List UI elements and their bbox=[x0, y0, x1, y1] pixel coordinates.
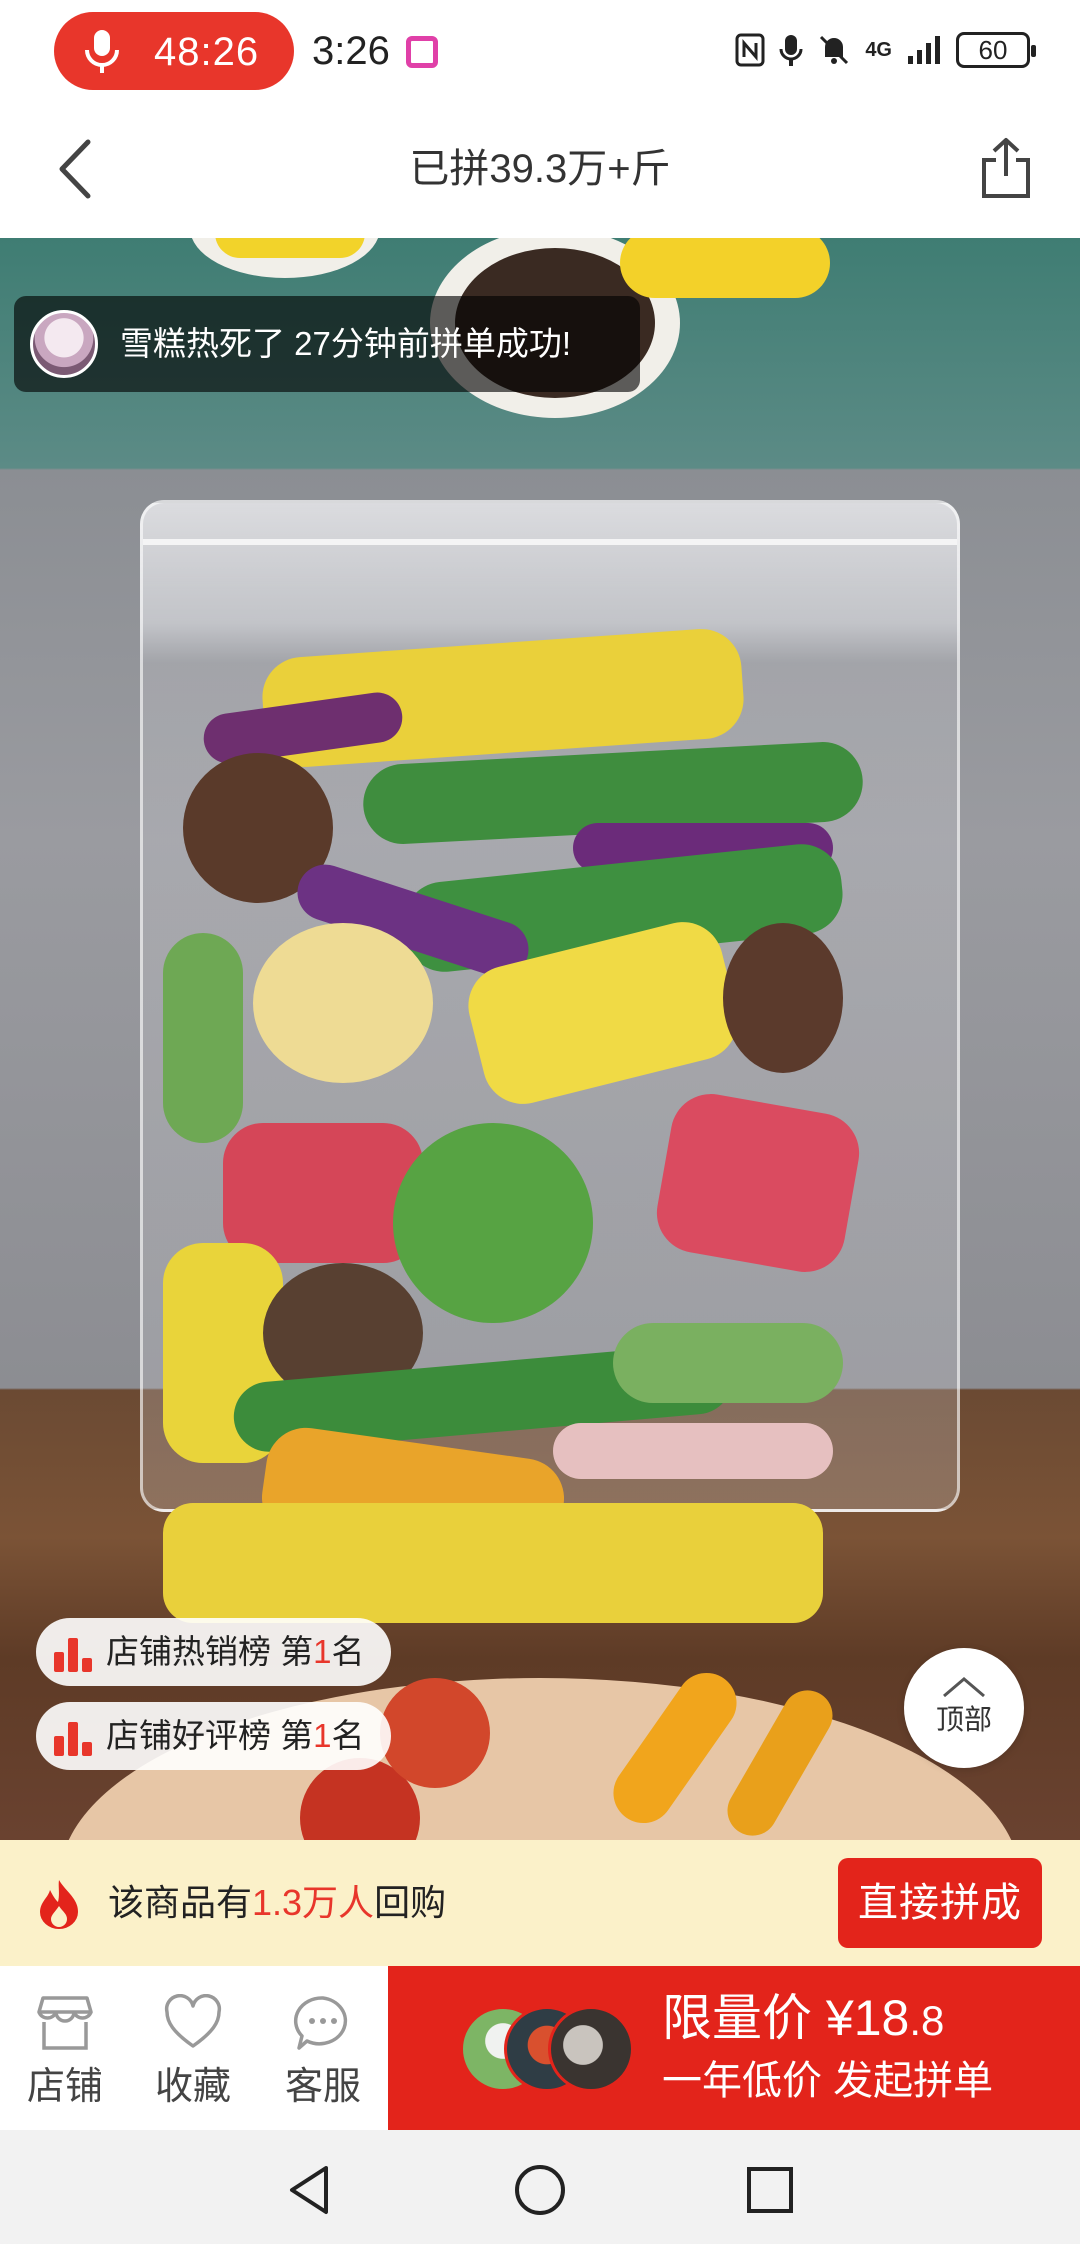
status-bar: 48:26 3:26 4G 60 bbox=[0, 0, 1080, 100]
rank-suffix: 名 bbox=[331, 1633, 365, 1670]
rank-number: 1 bbox=[313, 1633, 332, 1670]
group-buy-toast: 雪糕热死了 27分钟前拼单成功! bbox=[14, 296, 640, 392]
ranking-chart-icon bbox=[52, 1716, 96, 1756]
recording-indicator[interactable]: 48:26 bbox=[54, 12, 294, 90]
repurchase-banner: 该商品有1.3万人回购 直接拼成 bbox=[0, 1840, 1080, 1966]
repurchase-count: 1.3万人 bbox=[252, 1882, 375, 1923]
share-icon[interactable] bbox=[976, 136, 1036, 200]
group-member-avatars bbox=[460, 2006, 634, 2092]
notification-app-icon bbox=[406, 36, 438, 68]
direct-group-button[interactable]: 直接拼成 bbox=[838, 1858, 1042, 1948]
chat-bubble-icon bbox=[293, 1996, 348, 2050]
clock: 3:26 bbox=[312, 29, 390, 73]
avatar bbox=[548, 2006, 634, 2092]
toast-avatar bbox=[30, 310, 98, 378]
bag-zipper bbox=[143, 539, 957, 545]
repurchase-text: 该商品有1.3万人回购 bbox=[108, 1880, 446, 1926]
rank-prefix: 店铺热销榜 第 bbox=[106, 1633, 314, 1670]
bottom-action-bar: 店铺 收藏 客服 限量价 ¥18.8 一年低价 发起拼单 bbox=[0, 1966, 1080, 2130]
snack-bag bbox=[140, 500, 960, 1623]
veggie-chip bbox=[650, 1087, 866, 1279]
back-triangle-icon[interactable] bbox=[280, 2160, 340, 2220]
customer-service-label: 客服 bbox=[284, 2066, 361, 2108]
favorite-label: 收藏 bbox=[154, 2066, 231, 2108]
veggie-chip bbox=[163, 1503, 823, 1623]
toast-text: 雪糕热死了 27分钟前拼单成功! bbox=[120, 325, 572, 362]
home-circle-icon[interactable] bbox=[510, 2160, 570, 2220]
chevron-up-icon bbox=[943, 1677, 985, 1698]
signal-icon bbox=[908, 36, 940, 64]
microphone-icon bbox=[85, 30, 119, 73]
page-title: 已拼39.3万+斤 bbox=[409, 147, 671, 191]
favorite-button[interactable]: 收藏 bbox=[128, 1966, 258, 2130]
veggie-chip bbox=[253, 923, 433, 1083]
rank-label: 店铺热销榜 第1名 bbox=[106, 1632, 365, 1672]
rank-label: 店铺好评榜 第1名 bbox=[106, 1716, 365, 1756]
veggie-chip bbox=[613, 1323, 843, 1403]
price-decimal: .8 bbox=[909, 1997, 945, 2044]
recording-timer: 48:26 bbox=[154, 30, 260, 74]
flame-icon bbox=[40, 1880, 78, 1929]
fruit-slice-decoration bbox=[215, 238, 365, 258]
nfc-icon bbox=[735, 33, 765, 67]
top-nav-bar: 已拼39.3万+斤 bbox=[0, 100, 1080, 238]
group-price: 限量价 ¥18.8 bbox=[662, 1988, 944, 2051]
veggie-chip bbox=[553, 1423, 833, 1479]
rank-badge-reviews[interactable]: 店铺好评榜 第1名 bbox=[36, 1702, 391, 1770]
store-button[interactable]: 店铺 bbox=[0, 1966, 130, 2130]
rank-badge-sales[interactable]: 店铺热销榜 第1名 bbox=[36, 1618, 391, 1686]
rank-number: 1 bbox=[313, 1717, 332, 1754]
veggie-chip bbox=[163, 933, 243, 1143]
battery-icon: 60 bbox=[956, 32, 1036, 68]
veggie-chip bbox=[393, 1123, 593, 1323]
mute-icon bbox=[820, 35, 849, 65]
system-navigation-bar bbox=[0, 2130, 1080, 2244]
start-group-buy-button[interactable]: 限量价 ¥18.8 一年低价 发起拼单 bbox=[388, 1966, 1080, 2130]
product-image-carousel[interactable]: 雪糕热死了 27分钟前拼单成功! 店铺热销榜 第1名 店铺好评榜 第1名 顶部 bbox=[0, 238, 1080, 1840]
mic-status-icon bbox=[779, 35, 803, 66]
back-to-top-button[interactable]: 顶部 bbox=[904, 1648, 1024, 1768]
veggie-chip bbox=[723, 923, 843, 1073]
store-label: 店铺 bbox=[26, 2066, 103, 2108]
rank-suffix: 名 bbox=[331, 1717, 365, 1754]
group-buy-subtitle: 一年低价 发起拼单 bbox=[662, 2059, 994, 2103]
fruit-decoration bbox=[380, 1678, 490, 1788]
network-type: 4G bbox=[865, 39, 892, 61]
veggie-chip bbox=[223, 1123, 423, 1263]
ranking-chart-icon bbox=[52, 1632, 96, 1672]
customer-service-button[interactable]: 客服 bbox=[258, 1966, 388, 2130]
system-icons: 4G 60 bbox=[735, 26, 1036, 74]
store-icon bbox=[37, 1996, 93, 2050]
repurchase-prefix: 该商品有 bbox=[108, 1882, 253, 1923]
rank-prefix: 店铺好评榜 第 bbox=[106, 1717, 314, 1754]
heart-icon bbox=[164, 1994, 222, 2048]
repurchase-suffix: 回购 bbox=[374, 1882, 447, 1923]
price-label: 限量价 ¥18 bbox=[662, 1990, 910, 2046]
fruit-slice-decoration bbox=[620, 238, 830, 298]
recent-apps-icon[interactable] bbox=[740, 2160, 800, 2220]
back-to-top-label: 顶部 bbox=[935, 1704, 992, 1735]
